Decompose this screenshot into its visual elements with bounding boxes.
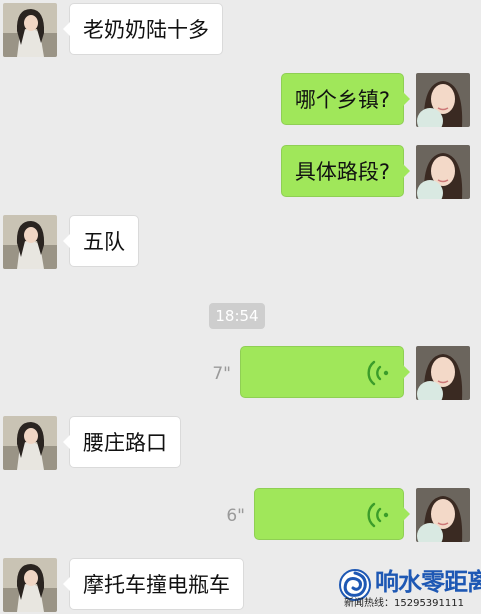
message-bubble-incoming[interactable]: 老奶奶陆十多: [63, 3, 223, 55]
voice-duration: 6": [226, 506, 245, 526]
message-bubble-outgoing[interactable]: 具体路段?: [280, 145, 411, 197]
voice-message-bubble[interactable]: [254, 488, 410, 540]
voice-message-bubble[interactable]: [240, 346, 410, 398]
message-text: 老奶奶陆十多: [83, 18, 209, 42]
watermark-title: 响水零距离: [375, 568, 481, 596]
message-text: 腰庄路口: [83, 431, 167, 455]
contact-avatar[interactable]: [3, 215, 57, 269]
my-avatar[interactable]: [416, 73, 470, 127]
message-text: 五队: [83, 230, 125, 254]
message-text: 哪个乡镇?: [294, 88, 390, 112]
contact-avatar[interactable]: [3, 416, 57, 470]
message-bubble-outgoing[interactable]: 哪个乡镇?: [280, 73, 411, 125]
voice-wave-icon: [367, 502, 389, 528]
watermark-hotline: 新闻热线：15295391111: [344, 598, 464, 609]
message-text: 摩托车撞电瓶车: [83, 573, 230, 597]
chat-conversation: 老奶奶陆十多 哪个乡镇? 具体路段? 五队 18:54 7" 腰庄路口 6" 摩…: [0, 0, 481, 614]
my-avatar[interactable]: [416, 488, 470, 542]
message-text: 具体路段?: [294, 160, 390, 184]
message-bubble-incoming[interactable]: 摩托车撞电瓶车: [63, 558, 244, 610]
message-bubble-incoming[interactable]: 腰庄路口: [63, 416, 181, 468]
message-bubble-incoming[interactable]: 五队: [63, 215, 139, 267]
my-avatar[interactable]: [416, 346, 470, 400]
message-timestamp: 18:54: [209, 303, 265, 329]
voice-wave-icon: [367, 360, 389, 386]
swirl-logo-icon: [339, 569, 371, 601]
voice-duration: 7": [212, 364, 231, 384]
contact-avatar[interactable]: [3, 558, 57, 612]
watermark: 响水零距离 新闻热线：15295391111: [338, 566, 481, 612]
contact-avatar[interactable]: [3, 3, 57, 57]
my-avatar[interactable]: [416, 145, 470, 199]
